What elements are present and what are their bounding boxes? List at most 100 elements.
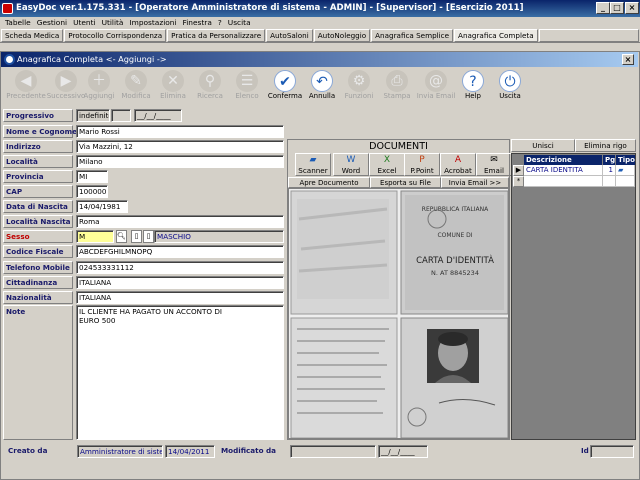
acrobat-icon: A — [454, 155, 462, 165]
powerpoint-icon: P — [419, 155, 425, 165]
modificato-date-field: __/__/____ — [378, 445, 428, 458]
acrobat-button[interactable]: A Acrobat — [440, 153, 476, 176]
codice-fiscale-input[interactable]: ABCDEFGHILMNOPQ — [76, 245, 284, 258]
powerpoint-button[interactable]: P P.Point — [404, 153, 440, 176]
new-page-icon: ▯ — [146, 232, 151, 240]
sesso-new-button[interactable]: ▯ — [143, 230, 154, 243]
progressivo-label: Progressivo — [3, 109, 73, 122]
checkmark-icon: ✔ — [274, 70, 296, 92]
exit-button[interactable]: ⏻ Uscita — [487, 69, 533, 106]
col-tipo[interactable]: Tipo — [616, 155, 635, 165]
sesso-search-button[interactable]: 🔍︎ — [116, 230, 127, 243]
provincia-input[interactable]: MI — [76, 170, 108, 183]
indirizzo-label: Indirizzo — [3, 140, 73, 153]
sesso-description-field: MASCHIO — [154, 230, 284, 243]
table-row-pg[interactable]: 1 — [603, 165, 616, 176]
search-label: Ricerca — [197, 92, 223, 100]
tab-anagrafica-semplice[interactable]: Anagrafica Semplice — [371, 29, 454, 42]
word-label: Word — [341, 166, 361, 175]
form-icon — [4, 54, 15, 65]
close-button[interactable]: × — [625, 2, 639, 14]
col-descrizione[interactable]: Descrizione — [524, 155, 602, 165]
progressivo-extra-field — [111, 109, 131, 122]
edit-label: Modifica — [121, 92, 151, 100]
note-textarea[interactable]: IL CLIENTE HA PAGATO UN ACCONTO DI EURO … — [76, 305, 284, 440]
modificato-label: Modificato da — [221, 446, 277, 455]
menu-utenti[interactable]: Utenti — [70, 17, 99, 29]
note-label: Note — [3, 305, 73, 440]
card-comune-text: COMUNE DI — [437, 232, 472, 239]
tab-anagrafica-completa[interactable]: Anagrafica Completa — [454, 29, 538, 42]
tab-autonoleggio[interactable]: AutoNoleggio — [313, 29, 371, 42]
tab-pratica-personalizzare[interactable]: Pratica da Personalizzare — [167, 29, 266, 42]
menu-finestra[interactable]: Finestra — [180, 17, 215, 29]
form-close-button[interactable]: × — [622, 54, 634, 65]
table-row-tipo[interactable]: ▰ — [616, 165, 635, 176]
localita-nascita-input[interactable]: Roma — [76, 215, 284, 228]
search-icon: 🔍︎ — [117, 232, 126, 240]
confirm-label: Conferma — [267, 92, 303, 100]
excel-label: Excel — [377, 166, 397, 175]
list-label: Elenco — [235, 92, 259, 100]
export-file-button[interactable]: Esporta su File — [370, 177, 441, 188]
email-button[interactable]: ✉ Email — [476, 153, 512, 176]
list-icon: ☰ — [236, 70, 258, 92]
menu-tabelle[interactable]: Tabelle — [2, 17, 34, 29]
row-new-indicator: * — [513, 176, 524, 187]
data-nascita-label: Data di Nascita — [3, 200, 73, 213]
nome-cognome-input[interactable]: Mario Rossi — [76, 125, 284, 138]
menu-help[interactable]: ? — [215, 17, 225, 29]
arrow-left-icon: ◀ — [15, 70, 37, 92]
sesso-doc-button[interactable]: ▯ — [131, 230, 142, 243]
table-row-descrizione[interactable]: CARTA IDENTITA — [524, 165, 603, 176]
open-document-button[interactable]: Apre Documento — [288, 177, 370, 188]
table-new-row-tipo[interactable] — [616, 176, 635, 187]
maximize-button[interactable]: □ — [610, 2, 624, 14]
sesso-input[interactable]: M — [76, 230, 114, 243]
telefono-input[interactable]: 024533331112 — [76, 261, 284, 274]
window-tabs: Scheda Medica Protocollo Corrispondenza … — [0, 29, 640, 43]
word-icon: W — [346, 155, 356, 165]
table-new-row[interactable] — [524, 176, 603, 187]
send-email-doc-button[interactable]: Invia Email >> — [441, 177, 509, 188]
form-title-bar: Anagrafica Completa <- Aggiungi -> × — [1, 52, 638, 67]
scanner-icon: ▰ — [618, 166, 624, 174]
table-new-row-pg[interactable] — [603, 176, 616, 187]
menu-utilita[interactable]: Utilità — [99, 17, 127, 29]
menu-gestioni[interactable]: Gestioni — [34, 17, 70, 29]
localita-input[interactable]: Milano — [76, 155, 284, 168]
scanner-button[interactable]: ▰ Scanner — [295, 153, 331, 176]
menu-uscita[interactable]: Uscita — [225, 17, 254, 29]
edit-icon: ✎ — [125, 70, 147, 92]
documents-grid: Descrizione Pg Tipo ▶ CARTA IDENTITA 1 ▰… — [511, 153, 636, 440]
delete-row-button[interactable]: Elimina rigo — [575, 139, 636, 152]
tab-protocollo-corrispondenza[interactable]: Protocollo Corrispondenza — [64, 29, 167, 42]
data-nascita-input[interactable]: 14/04/1981 — [76, 200, 128, 213]
arrow-right-icon: ▶ — [55, 70, 77, 92]
nazionalita-label: Nazionalità — [3, 291, 73, 304]
nazionalita-input[interactable]: ITALIANA — [76, 291, 284, 304]
cittadinanza-input[interactable]: ITALIANA — [76, 276, 284, 289]
add-document-icon: ＋ — [88, 70, 110, 92]
cap-input[interactable]: 100000 — [76, 185, 108, 198]
col-pg[interactable]: Pg — [603, 155, 615, 165]
id-field — [590, 445, 634, 458]
codice-fiscale-label: Codice Fiscale — [3, 245, 73, 258]
merge-documents-button[interactable]: Unisci Documenti — [511, 139, 575, 161]
cap-label: CAP — [3, 185, 73, 198]
progressivo-date-field: __/__/____ — [134, 109, 182, 122]
word-button[interactable]: W Word — [333, 153, 369, 176]
functions-label: Funzioni — [344, 92, 374, 100]
form-toolbar: ◀ Precedente ▶ Successivo ＋ Aggiungi ✎ Modif… — [3, 69, 637, 107]
app-title-bar: EasyDoc ver.1.175.331 - [Operatore Ammin… — [0, 0, 640, 17]
powerpoint-label: P.Point — [410, 166, 434, 175]
card-title-text: CARTA D'IDENTITÀ — [416, 254, 494, 266]
menu-impostazioni[interactable]: Impostazioni — [126, 17, 179, 29]
tab-autosaloni[interactable]: AutoSaloni — [266, 29, 313, 42]
minimize-button[interactable]: _ — [596, 2, 610, 14]
indirizzo-input[interactable]: Via Mazzini, 12 — [76, 140, 284, 153]
exit-icon: ⏻ — [499, 70, 521, 92]
tab-scheda-medica[interactable]: Scheda Medica — [1, 29, 64, 42]
excel-button[interactable]: X Excel — [369, 153, 405, 176]
localita-label: Località — [3, 155, 73, 168]
